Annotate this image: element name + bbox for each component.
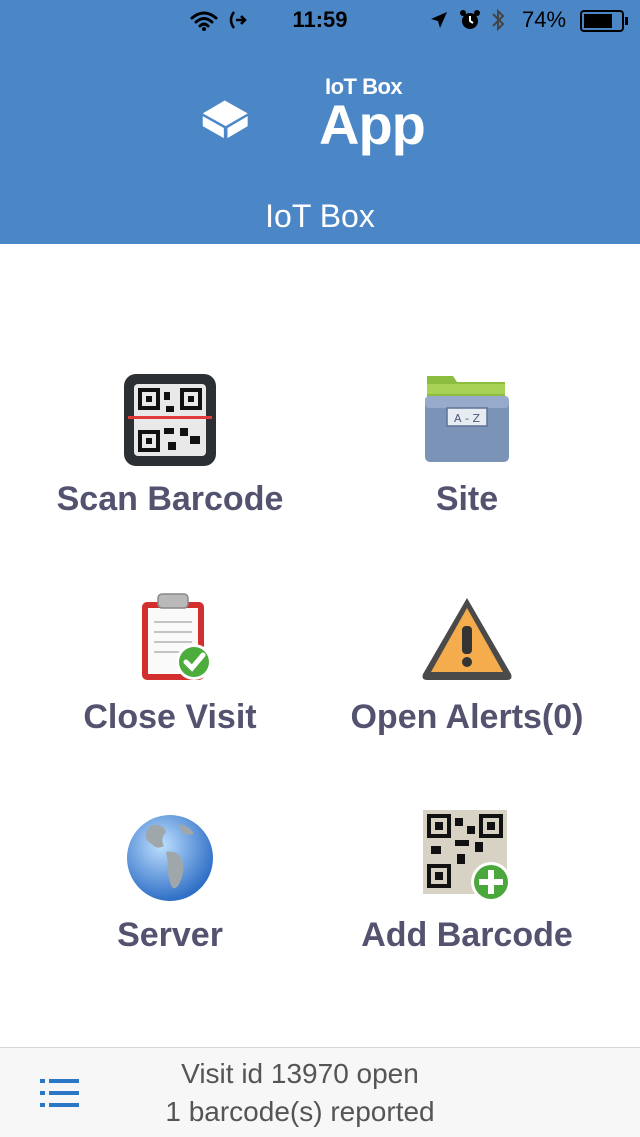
alarm-icon: [460, 10, 480, 29]
bluetooth-icon: [492, 8, 505, 32]
scan-barcode-button[interactable]: Scan Barcode: [10, 372, 330, 582]
globe-icon: [127, 815, 213, 901]
add-barcode-button[interactable]: Add Barcode: [307, 808, 627, 1018]
warning-icon: [422, 598, 512, 680]
iot-box-logo-icon: [202, 100, 248, 139]
server-label: Server: [117, 916, 223, 954]
scan-barcode-label: Scan Barcode: [56, 480, 284, 518]
status-bar: 11:59 74%: [0, 0, 640, 40]
site-label: Site: [435, 480, 499, 518]
open-alerts-label: Open Alerts(0): [350, 698, 584, 736]
logo-big-text: App: [319, 93, 426, 156]
close-visit-button[interactable]: Close Visit: [10, 590, 330, 800]
add-barcode-label: Add Barcode: [361, 916, 573, 954]
qr-scanner-icon: [124, 374, 216, 466]
app-header: 11:59 74% IoT Box App IoT Box: [0, 0, 640, 244]
clipboard-check-icon: [142, 593, 212, 680]
barcode-count-text: 1 barcode(s) reported: [165, 1096, 435, 1127]
battery-percent: 74%: [522, 7, 567, 32]
add-barcode-icon: [423, 810, 511, 902]
site-button[interactable]: A - Z Site: [307, 372, 627, 582]
footer-bar: Visit id 13970 open 1 barcode(s) reporte…: [0, 1047, 640, 1137]
visit-status-text: Visit id 13970 open: [181, 1058, 419, 1089]
battery-icon: [580, 10, 628, 32]
location-arrow-icon: [431, 12, 447, 28]
open-alerts-button[interactable]: Open Alerts(0): [307, 590, 627, 800]
close-visit-label: Close Visit: [83, 698, 257, 736]
page-title: IoT Box: [265, 198, 375, 234]
file-drawer-icon: A - Z: [425, 376, 509, 462]
server-button[interactable]: Server: [10, 808, 330, 1018]
svg-text:A - Z: A - Z: [454, 412, 480, 425]
